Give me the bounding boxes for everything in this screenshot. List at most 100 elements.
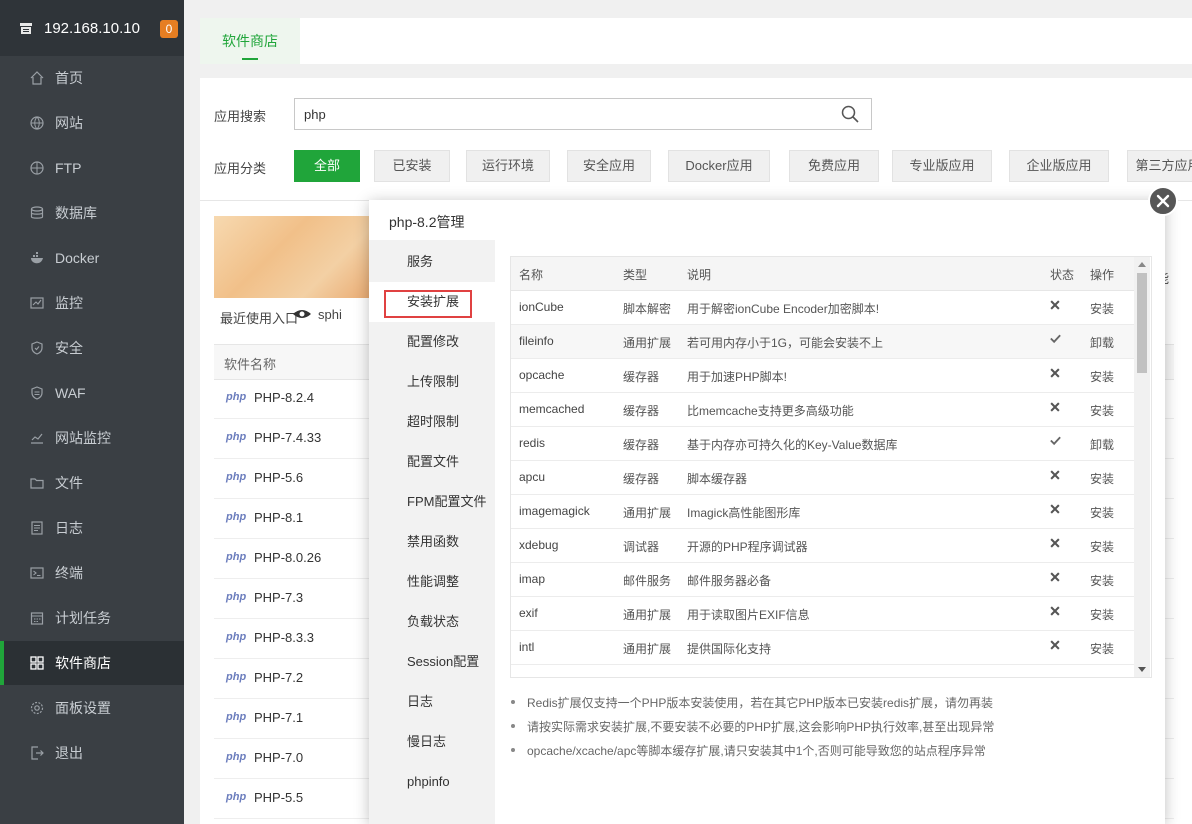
uninstall-link[interactable]: 卸载	[1090, 436, 1114, 453]
software-name: PHP-7.1	[254, 710, 304, 725]
scrollbar[interactable]	[1134, 257, 1150, 677]
install-link[interactable]: 安装	[1090, 538, 1114, 555]
table-row: memcached 缓存器 比memcache支持更多高级功能 安装	[511, 393, 1134, 427]
sidebar-item-label: 软件商店	[55, 655, 111, 671]
promo-banner[interactable]	[214, 216, 374, 298]
install-link[interactable]: 安装	[1090, 368, 1114, 385]
install-link[interactable]: 安装	[1090, 640, 1114, 657]
php-manage-modal: php-8.2管理 服务 安装扩展 配置修改上传限制超时限制 配置文件 FPM配置文件禁…	[369, 186, 1178, 824]
scroll-thumb[interactable]	[1137, 273, 1147, 373]
modal-nav-item[interactable]: 配置修改	[369, 322, 495, 362]
modal-nav-item[interactable]: 安装扩展	[369, 282, 495, 322]
docker-icon	[31, 252, 43, 264]
home-icon	[30, 71, 44, 85]
category-button[interactable]: 安全应用	[567, 150, 651, 182]
ext-name: apcu	[519, 470, 546, 484]
category-button[interactable]: 专业版应用	[892, 150, 992, 182]
ext-desc: Imagick高性能图形库	[687, 506, 801, 520]
close-button[interactable]	[1148, 186, 1178, 216]
modal-nav-item[interactable]: 超时限制	[369, 402, 495, 442]
php-logo-icon: php	[226, 391, 247, 403]
search-input[interactable]: php	[294, 98, 872, 130]
sidebar-item[interactable]: 计划任务	[0, 596, 184, 640]
logout-icon	[31, 746, 44, 760]
modal-nav-item[interactable]: 性能调整	[369, 562, 495, 602]
modal-nav-label: 上传限制	[407, 374, 460, 389]
install-link[interactable]: 安装	[1090, 300, 1114, 317]
modal-nav-item[interactable]: 日志	[369, 682, 495, 722]
category-button[interactable]: Docker应用	[668, 150, 770, 182]
sidebar-item[interactable]: Docker	[0, 236, 184, 280]
software-name: PHP-8.3.3	[254, 630, 314, 645]
category-button[interactable]: 免费应用	[789, 150, 879, 182]
sidebar-item[interactable]: 首页	[0, 56, 184, 100]
ext-desc: 邮件服务器必备	[687, 574, 772, 588]
globe-icon	[30, 116, 44, 130]
install-link[interactable]: 安装	[1090, 572, 1114, 589]
install-link[interactable]: 安装	[1090, 504, 1114, 521]
recent-entry-item[interactable]: sphi	[293, 307, 342, 322]
modal-nav-label: 禁用函数	[407, 534, 460, 549]
php-logo-icon: php	[226, 511, 247, 523]
recent-entry-label: 最近使用入口	[220, 311, 299, 326]
sidebar-item[interactable]: 退出	[0, 731, 184, 775]
col-software-name: 软件名称	[224, 357, 277, 372]
sidebar-item[interactable]: 数据库	[0, 191, 184, 235]
software-name: PHP-8.2.4	[254, 390, 314, 405]
php-logo-icon: php	[226, 791, 247, 803]
sidebar-item[interactable]: 日志	[0, 506, 184, 550]
install-link[interactable]: 安装	[1090, 402, 1114, 419]
modal-nav-item[interactable]: Session配置	[369, 642, 495, 682]
close-icon	[1156, 194, 1170, 208]
ext-type: 缓存器	[623, 438, 660, 452]
sidebar-item[interactable]: 网站	[0, 101, 184, 145]
sidebar-item[interactable]: 监控	[0, 281, 184, 325]
category-button[interactable]: 全部	[294, 150, 360, 182]
modal-nav-item[interactable]: phpinfo	[369, 762, 495, 802]
uninstall-link[interactable]: 卸载	[1090, 334, 1114, 351]
category-button[interactable]: 企业版应用	[1009, 150, 1109, 182]
php-logo-icon: php	[226, 471, 247, 483]
sidebar-item[interactable]: FTP	[0, 146, 184, 190]
sidebar-item[interactable]: 文件	[0, 461, 184, 505]
sidebar-item[interactable]: 终端	[0, 551, 184, 595]
category-button[interactable]: 第三方应用	[1127, 150, 1192, 182]
modal-nav-item[interactable]: 禁用函数	[369, 522, 495, 562]
software-name: PHP-7.2	[254, 670, 304, 685]
php-logo-icon: php	[226, 631, 247, 643]
tab-software-store[interactable]: 软件商店	[200, 18, 300, 64]
sidebar-item[interactable]: 网站监控	[0, 416, 184, 460]
table-row: redis 缓存器 基于内存亦可持久化的Key-Value数据库 卸载	[511, 427, 1134, 461]
modal-nav-item[interactable]: 配置文件	[369, 442, 495, 482]
modal-nav-label: phpinfo	[407, 774, 450, 789]
notification-badge[interactable]: 0	[160, 20, 178, 38]
scroll-up-arrow-icon[interactable]	[1138, 262, 1146, 267]
ext-type: 通用扩展	[623, 506, 672, 520]
modal-nav-item[interactable]: 负载状态	[369, 602, 495, 642]
cross-icon	[1049, 366, 1063, 382]
col-status: 状态	[1050, 268, 1075, 282]
scroll-down-arrow-icon[interactable]	[1138, 667, 1146, 672]
install-link[interactable]: 安装	[1090, 470, 1114, 487]
sidebar-item-label: 监控	[55, 295, 83, 311]
modal-nav-item[interactable]: 服务	[369, 242, 495, 282]
folder-icon	[30, 478, 44, 489]
modal-nav-item[interactable]: 慢日志	[369, 722, 495, 762]
modal-nav-item[interactable]: FPM配置文件	[369, 482, 495, 522]
sidebar-item[interactable]: 面板设置	[0, 686, 184, 730]
table-row: fileinfo 通用扩展 若可用内存小于1G，可能会安装不上 卸载	[511, 325, 1134, 359]
monitor-chart-icon	[30, 297, 44, 309]
sidebar-item-label: 面板设置	[55, 700, 111, 716]
sidebar-item[interactable]: 安全	[0, 326, 184, 370]
category-button[interactable]: 已安装	[374, 150, 450, 182]
modal-nav-item[interactable]: 上传限制	[369, 362, 495, 402]
category-button[interactable]: 运行环境	[466, 150, 550, 182]
sidebar-item[interactable]: WAF	[0, 371, 184, 415]
check-icon	[1049, 434, 1063, 450]
sidebar-item-label: FTP	[55, 160, 82, 176]
modal-title: php-8.2管理	[389, 214, 465, 230]
search-icon[interactable]	[841, 105, 859, 123]
install-link[interactable]: 安装	[1090, 606, 1114, 623]
sidebar-item[interactable]: 软件商店	[0, 641, 184, 685]
php-logo-icon: php	[226, 591, 247, 603]
